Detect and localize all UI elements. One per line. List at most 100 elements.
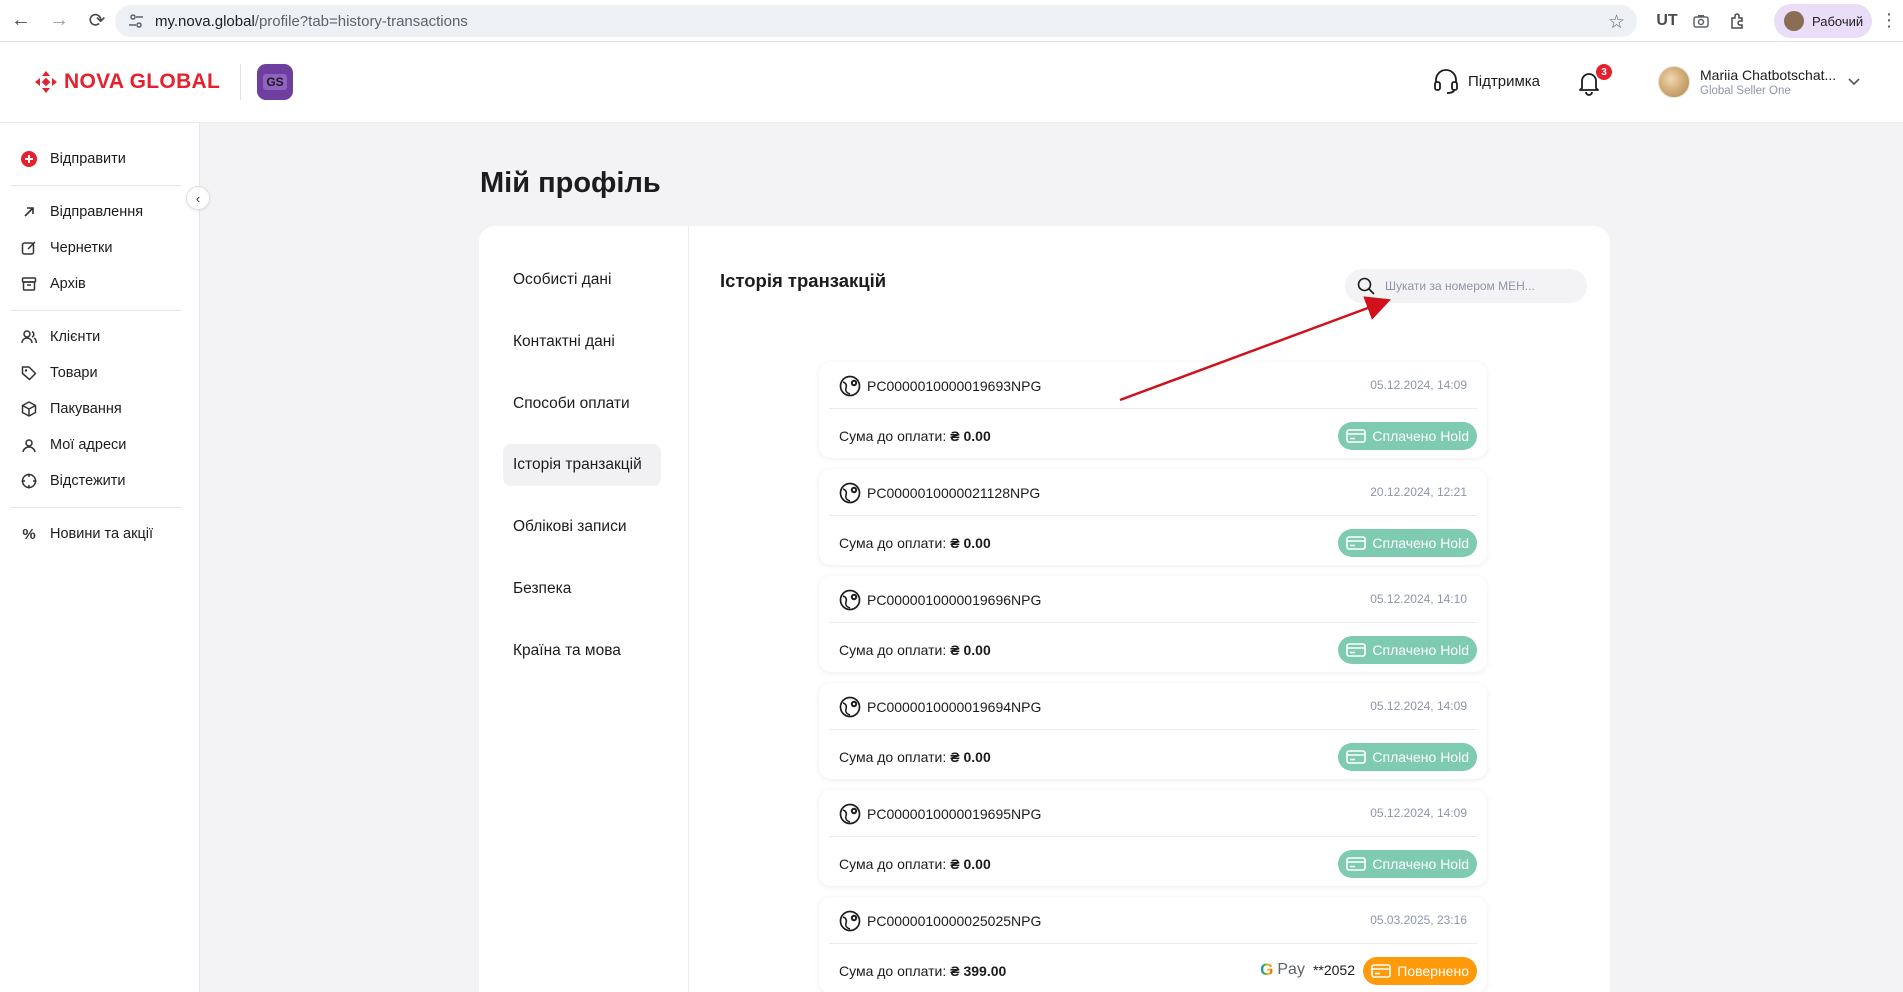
globe-parcel-icon [839,375,861,397]
sidebar-item-label: Мої адреси [50,437,127,453]
transaction-divider [829,729,1477,730]
sidebar-item-track[interactable]: Відстежити [20,472,126,490]
sidebar-item-clients[interactable]: Клієнти [20,328,100,346]
back-icon[interactable]: ← [4,4,38,38]
profile-label: Рабочий [1812,13,1864,29]
tab-contact-data[interactable]: Контактні дані [503,321,661,363]
transaction-card[interactable]: PC0000010000021128NPG 20.12.2024, 12:21 … [819,469,1487,565]
transaction-card[interactable]: PC0000010000019693NPG 05.12.2024, 14:09 … [819,362,1487,458]
extensions-puzzle-icon[interactable] [1725,9,1749,33]
user-menu[interactable]: Mariia Chatbotschat... Global Seller One [1658,66,1860,98]
plus-circle-icon [20,150,38,168]
sidebar-item-shipments[interactable]: Відправлення [20,203,143,221]
site-info-icon[interactable] [125,10,147,32]
status-badge: Сплачено Hold [1338,529,1477,557]
forward-icon[interactable]: → [42,4,76,38]
pay-brand: Pay [1277,961,1305,978]
sidebar-item-news[interactable]: % Новини та акції [20,525,153,543]
transaction-divider [829,408,1477,409]
status-badge: Сплачено Hold [1338,422,1477,450]
support-link[interactable]: Підтримка [1432,68,1540,94]
transaction-footer: Сума до оплати: ₴ 0.00 Сплачено Hold [839,636,1477,664]
address-bar[interactable]: my.nova.global/profile?tab=history-trans… [115,5,1637,37]
tab-transaction-history[interactable]: Історія транзакцій [503,444,661,486]
collapse-sidebar-button[interactable]: ‹ [186,186,210,210]
credit-card-icon [1346,643,1367,657]
status-badge: Сплачено Hold [1338,636,1477,664]
transaction-search[interactable] [1345,269,1587,303]
browser-menu-icon[interactable]: ⋮ [1880,10,1898,31]
transaction-date: 05.12.2024, 14:10 [1370,592,1467,606]
transaction-id[interactable]: PC0000010000019694NPG [867,699,1041,715]
nova-global-logo[interactable]: NOVA GLOBAL [34,70,220,94]
sidebar-item-label: Клієнти [50,329,101,345]
transaction-header: PC0000010000019694NPG 05.12.2024, 14:09 [839,695,1467,719]
tab-security[interactable]: Безпека [503,568,661,610]
globe-parcel-icon [839,589,861,611]
sum-value: ₴ 0.00 [950,856,991,872]
sum-value: ₴ 399.00 [950,963,1007,979]
transaction-footer: Сума до оплати: ₴ 399.00 G Pay **2052 По… [839,957,1477,985]
sidebar-item-drafts[interactable]: Чернетки [20,239,112,257]
sidebar-divider [10,185,182,186]
global-seller-badge[interactable]: GS [257,64,293,100]
url-text[interactable]: my.nova.global/profile?tab=history-trans… [155,13,468,30]
transaction-header: PC0000010000019695NPG 05.12.2024, 14:09 [839,802,1467,826]
profile-avatar [1784,11,1804,31]
transaction-divider [829,836,1477,837]
tab-personal-data[interactable]: Особисті дані [503,259,661,301]
sidebar-item-goods[interactable]: Товари [20,364,98,382]
sidebar-item-packaging[interactable]: Пакування [20,400,122,418]
transaction-footer: Сума до оплати: ₴ 0.00 Сплачено Hold [839,529,1477,557]
transaction-id[interactable]: PC0000010000019695NPG [867,806,1041,822]
edit-icon [20,239,38,257]
sum-label: Сума до оплати: [839,642,947,658]
sidebar-item-addresses[interactable]: Мої адреси [20,436,126,454]
extension-ut-icon[interactable]: UT [1655,9,1679,33]
header-divider [240,64,241,100]
user-name: Mariia Chatbotschat... [1700,67,1837,83]
tab-accounts[interactable]: Облікові записи [503,506,661,548]
bookmark-star-icon[interactable]: ☆ [1608,11,1625,34]
card-mask: **2052 [1312,962,1355,978]
transaction-id[interactable]: PC0000010000021128NPG [867,485,1040,501]
crosshair-icon [20,472,38,490]
arrow-up-right-icon [20,203,38,221]
tab-country-language[interactable]: Країна та мова [503,630,661,672]
transaction-card[interactable]: PC0000010000019694NPG 05.12.2024, 14:09 … [819,683,1487,779]
transaction-date: 05.12.2024, 14:09 [1370,699,1467,713]
sidebar-item-send[interactable]: Відправити [20,150,126,168]
search-input[interactable] [1385,279,1565,293]
transaction-footer: Сума до оплати: ₴ 0.00 Сплачено Hold [839,422,1477,450]
search-icon [1357,277,1375,295]
page-title: Мій профіль [480,167,661,199]
transaction-header: PC0000010000021128NPG 20.12.2024, 12:21 [839,481,1467,505]
transaction-id[interactable]: PC0000010000019693NPG [867,378,1041,394]
archive-box-icon [20,275,38,293]
sidebar-item-archive[interactable]: Архів [20,275,86,293]
transaction-id[interactable]: PC0000010000019696NPG [867,592,1041,608]
url-path: /profile?tab=history-transactions [254,12,468,30]
profile-tabs: Особисті дані Контактні дані Способи опл… [479,226,689,992]
transaction-header: PC0000010000019696NPG 05.12.2024, 14:10 [839,588,1467,612]
globe-parcel-icon [839,696,861,718]
sum-value: ₴ 0.00 [950,642,991,658]
transaction-card[interactable]: PC0000010000025025NPG 05.03.2025, 23:16 … [819,897,1487,992]
camera-icon[interactable] [1689,9,1713,33]
sidebar-item-label: Відстежити [50,473,126,489]
chevron-down-icon [1848,73,1860,91]
percent-icon: % [22,525,36,543]
google-g-icon: G [1260,960,1274,979]
transaction-card[interactable]: PC0000010000019696NPG 05.12.2024, 14:10 … [819,576,1487,672]
notifications-badge: 3 [1596,64,1612,80]
transaction-date: 05.12.2024, 14:09 [1370,378,1467,392]
sum-label: Сума до оплати: [839,535,947,551]
transaction-id[interactable]: PC0000010000025025NPG [867,913,1041,929]
tab-payment-methods[interactable]: Способи оплати [503,383,661,425]
transaction-header: PC0000010000025025NPG 05.03.2025, 23:16 [839,909,1467,933]
credit-card-icon [1346,857,1367,871]
transaction-card[interactable]: PC0000010000019695NPG 05.12.2024, 14:09 … [819,790,1487,886]
credit-card-icon [1346,750,1367,764]
browser-profile-chip[interactable]: Рабочий [1774,4,1872,38]
reload-icon[interactable]: ⟳ [80,4,114,38]
